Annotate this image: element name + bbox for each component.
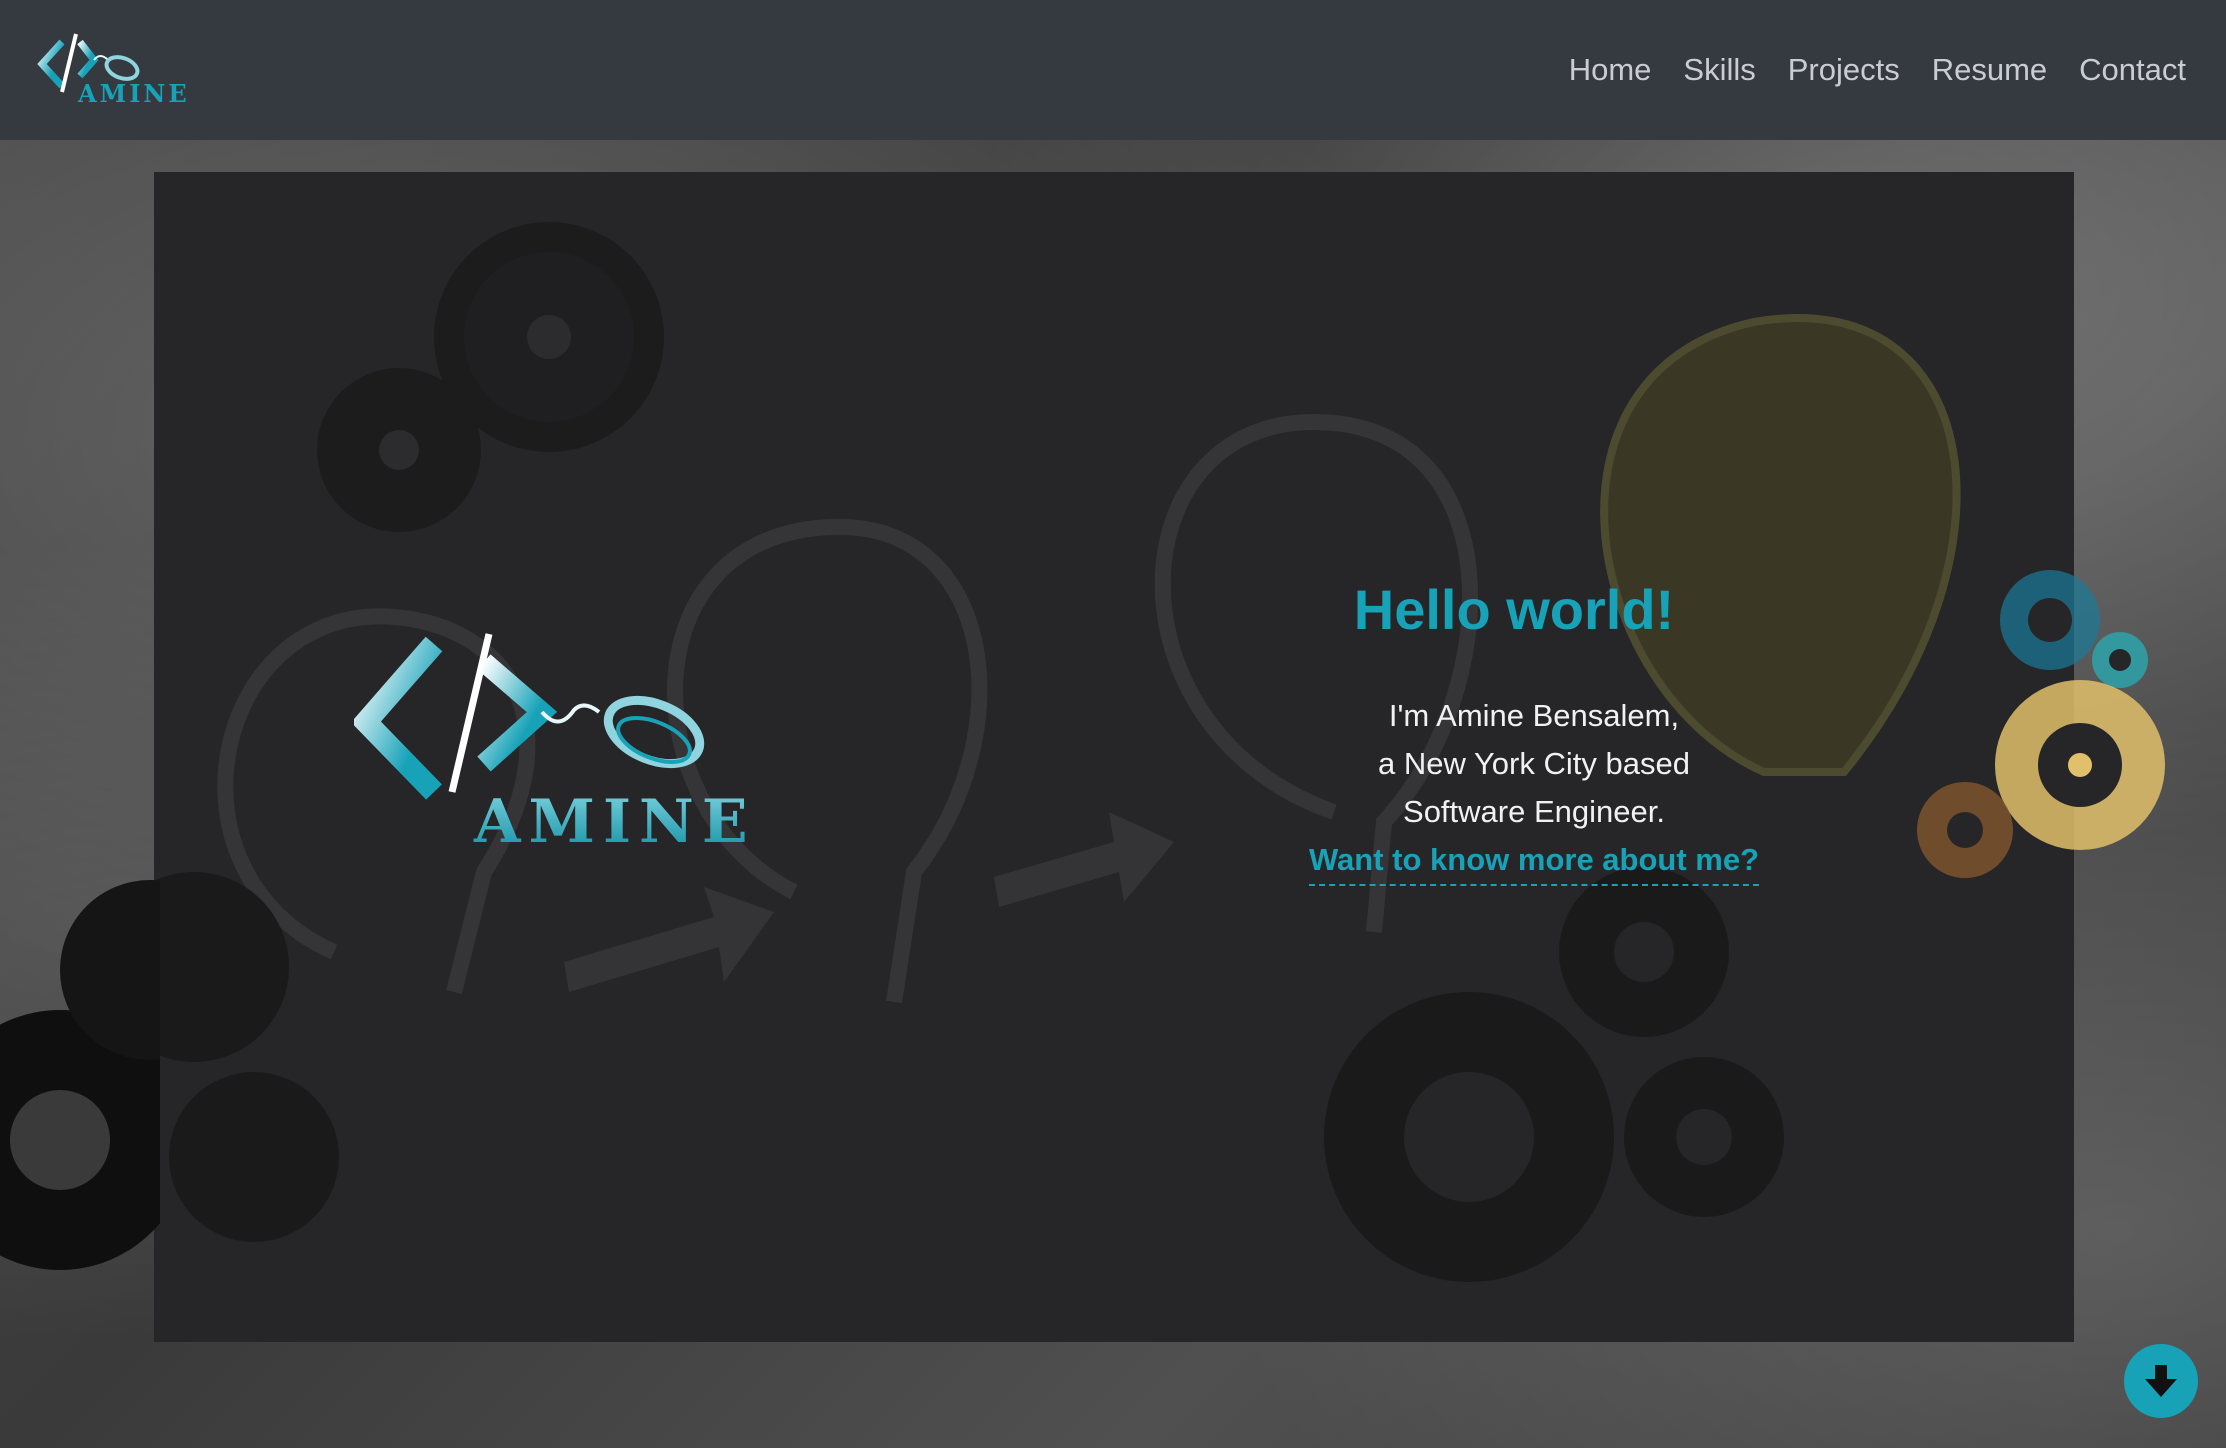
side-gears-right-icon bbox=[1917, 570, 2165, 878]
nav-link-resume[interactable]: Resume bbox=[1916, 52, 2063, 88]
hero-text: Hello world! I'm Amine Bensalem, a New Y… bbox=[1214, 577, 1854, 886]
nav-link-projects[interactable]: Projects bbox=[1772, 52, 1916, 88]
gear-icon bbox=[154, 867, 1784, 1282]
side-gear-left-icon bbox=[0, 880, 160, 1270]
brand-logo[interactable]: AMINE bbox=[36, 30, 206, 110]
hero-intro-line-1: I'm Amine Bensalem, bbox=[1388, 698, 1680, 733]
navbar: AMINE Home Skills Projects Resume Contac… bbox=[0, 0, 2226, 140]
brand-logo-text: AMINE bbox=[77, 79, 190, 108]
scroll-down-button[interactable] bbox=[2124, 1344, 2198, 1418]
hero-intro-line-3: Software Engineer. bbox=[1403, 794, 1665, 829]
arrow-down-icon bbox=[2145, 1365, 2177, 1397]
hero-title: Hello world! bbox=[1353, 578, 1675, 641]
nav-link-contact[interactable]: Contact bbox=[2063, 52, 2186, 88]
nav-link-home[interactable]: Home bbox=[1553, 52, 1668, 88]
hero-intro-line-2: a New York City based bbox=[1378, 746, 1690, 781]
brand-logo-icon: AMINE bbox=[37, 33, 190, 108]
amine-logo-text: AMINE bbox=[473, 787, 756, 852]
gear-icon bbox=[317, 222, 664, 532]
about-me-link[interactable]: Want to know more about me? bbox=[1308, 836, 1760, 886]
nav-links: Home Skills Projects Resume Contact bbox=[1553, 52, 2186, 88]
amine-logo-icon: AMINE bbox=[354, 633, 756, 852]
hero-panel: AMINE Hello world! I'm Amine Bensalem, a… bbox=[154, 172, 2074, 1342]
nav-link-skills[interactable]: Skills bbox=[1667, 52, 1771, 88]
